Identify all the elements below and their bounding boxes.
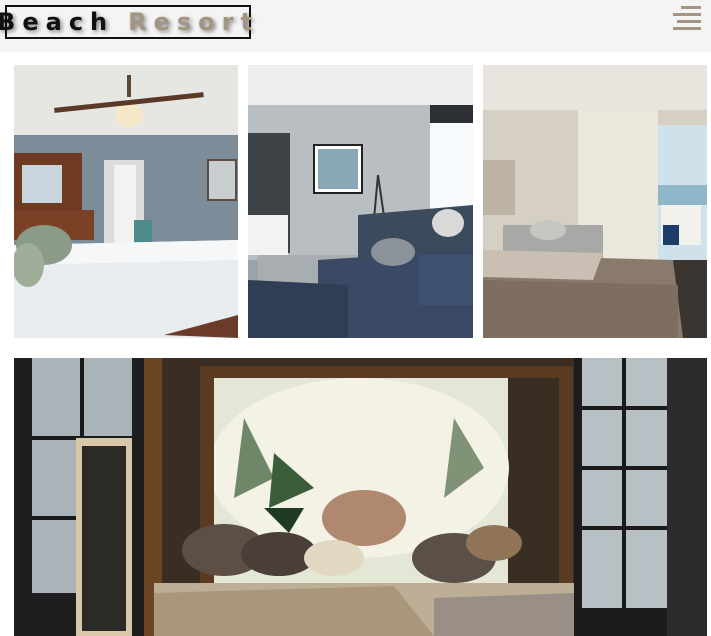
logo-word-beach: Beach	[0, 8, 115, 36]
canopy-bed-photo[interactable]	[14, 358, 707, 636]
hamburger-menu-icon[interactable]	[673, 6, 701, 32]
balcony-bedroom-photo[interactable]	[483, 65, 707, 338]
gallery	[0, 52, 711, 636]
logo-word-resort: Resort	[128, 8, 259, 36]
living-room-sofa-photo[interactable]	[248, 65, 473, 338]
site-logo[interactable]: Beach Resort	[0, 5, 252, 39]
site-header: Beach Resort	[0, 0, 711, 52]
bedroom-ceiling-fan-photo[interactable]	[14, 65, 238, 338]
